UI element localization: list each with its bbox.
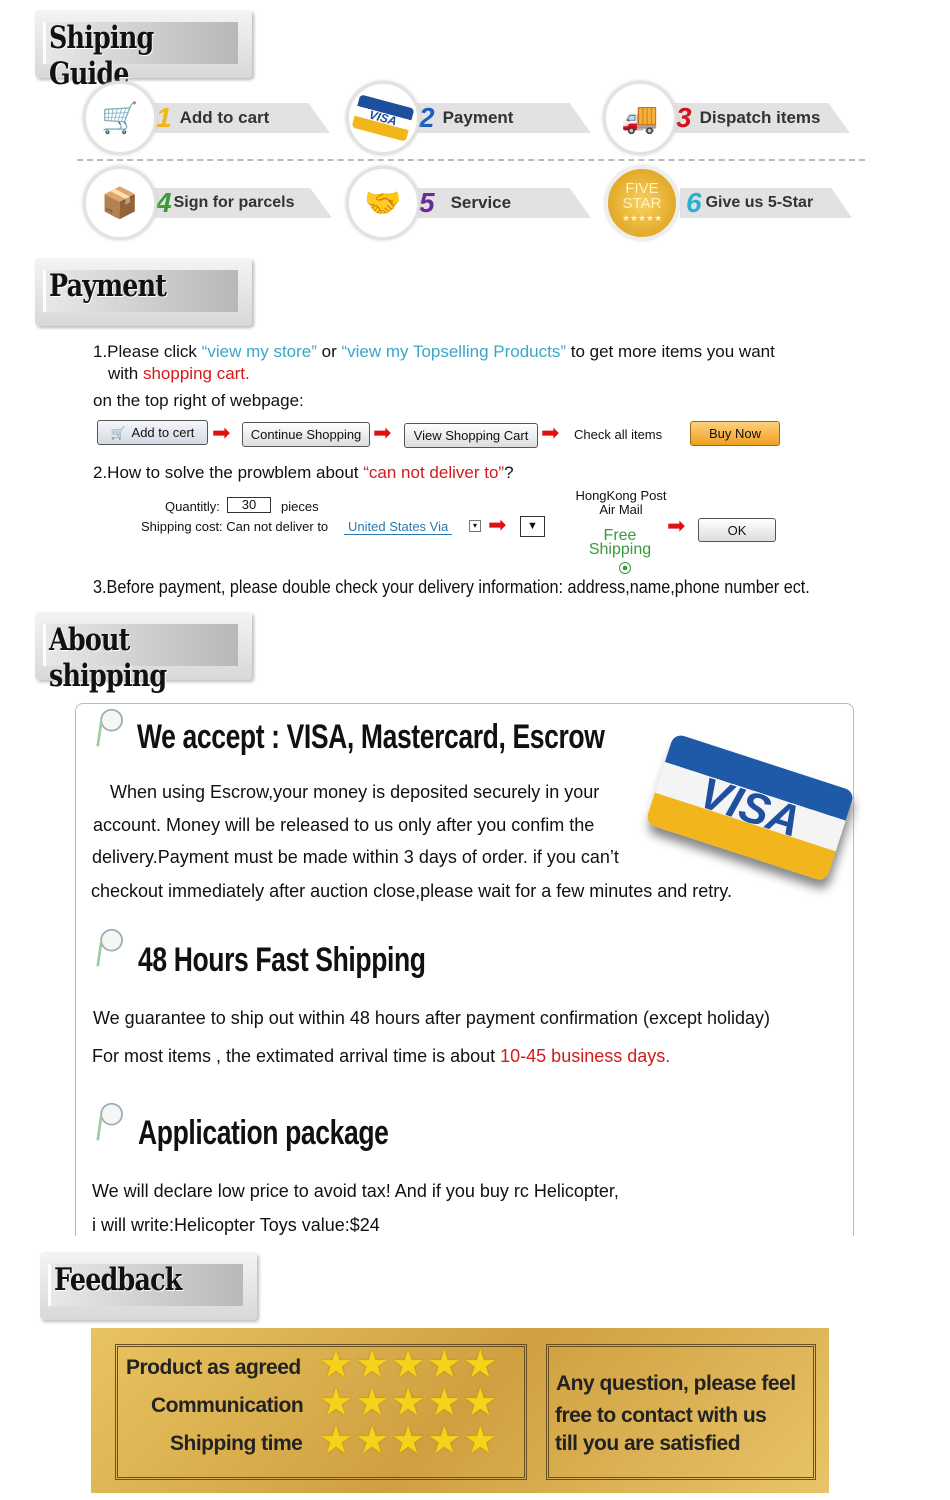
header-feedback: Feedback bbox=[40, 1252, 257, 1320]
package-text: i will write:Helicopter Toys value:$24 bbox=[92, 1215, 380, 1235]
contact-note: Any question, please feel bbox=[556, 1372, 796, 1395]
payment-line-3: on the top right of webpage: bbox=[93, 391, 304, 410]
feedback-panel: Product as agreed Communication Shipping… bbox=[91, 1328, 829, 1493]
view-cart-button[interactable]: View Shopping Cart bbox=[404, 423, 538, 448]
header-payment: Payment bbox=[35, 258, 252, 326]
header-about-shipping: About shipping bbox=[35, 612, 252, 694]
star-rating-icon: ★★★★★ bbox=[319, 1420, 500, 1462]
dropdown-open-icon[interactable]: ▼ bbox=[520, 516, 545, 537]
package-text: We will declare low price to avoid tax! … bbox=[92, 1181, 619, 1201]
view-store-link[interactable]: “view my store” bbox=[202, 342, 317, 361]
arrow-icon: ➡ bbox=[667, 513, 686, 538]
shipping-cost-label: Shipping cost: Can not deliver to bbox=[141, 519, 329, 534]
pieces-label: pieces bbox=[281, 499, 319, 514]
shipping-method-link[interactable]: United States Via bbox=[344, 519, 453, 535]
pin-icon bbox=[96, 1102, 123, 1141]
pin-icon bbox=[96, 708, 123, 747]
step-2: 2 Payment bbox=[413, 103, 591, 133]
contact-note: free to contact with us bbox=[555, 1404, 767, 1427]
step-1: 1 Add to cart bbox=[150, 103, 330, 133]
payment-note-3: 3.Before payment, please double check yo… bbox=[93, 577, 810, 597]
arrow-icon: ➡ bbox=[488, 512, 507, 537]
fast-shipping-text: We guarantee to ship out within 48 hours… bbox=[93, 1008, 771, 1028]
topselling-link[interactable]: “view my Topselling Products” bbox=[341, 342, 566, 361]
contact-note: till you are satisfied bbox=[555, 1432, 741, 1455]
add-to-cart-button[interactable]: 🛒 Add to cert bbox=[97, 420, 208, 445]
cart-icon: 🛒 bbox=[110, 425, 126, 440]
step-6: 6 Give us 5-Star bbox=[680, 188, 852, 218]
step-3: 3 Dispatch items bbox=[670, 103, 850, 133]
free-shipping-label: Free Shipping bbox=[588, 527, 652, 558]
rating-label: Shipping time bbox=[170, 1432, 303, 1455]
five-star-badge-icon: FIVE STAR ★★★★★ bbox=[605, 166, 679, 240]
payment-line-2: with shopping cart. bbox=[108, 364, 250, 383]
payment-line-1: 1.Please click “view my store” or “view … bbox=[93, 342, 775, 361]
continue-shopping-button[interactable]: Continue Shopping bbox=[242, 422, 370, 447]
cart-icon: 🛒 bbox=[83, 81, 157, 155]
arrow-icon: ➡ bbox=[373, 420, 392, 445]
payment-question-2: 2.How to solve the prowblem about “can n… bbox=[93, 463, 514, 482]
arrival-text: For most items , the extimated arrival t… bbox=[92, 1046, 671, 1066]
package-title: Application package bbox=[138, 1114, 389, 1152]
quantity-label: Quantitly: bbox=[165, 499, 220, 514]
accept-text: delivery.Payment must be made within 3 d… bbox=[92, 847, 619, 867]
fast-shipping-title: 48 Hours Fast Shipping bbox=[138, 941, 426, 979]
accept-text: When using Escrow,your money is deposite… bbox=[110, 782, 600, 802]
divider bbox=[77, 159, 865, 161]
rating-label: Communication bbox=[151, 1394, 304, 1417]
hongkong-post-label: HongKong Post Air Mail bbox=[575, 488, 667, 517]
check-items-text: Check all items bbox=[574, 427, 663, 442]
header-shipping-guide: Shiping Guide bbox=[35, 10, 252, 92]
arrow-icon: ➡ bbox=[541, 420, 560, 445]
ok-button[interactable]: OK bbox=[698, 518, 776, 542]
buy-now-button[interactable]: Buy Now bbox=[690, 421, 780, 446]
delivery-truck-icon: 🚚 bbox=[603, 81, 677, 155]
step-5: 5 Service bbox=[413, 188, 591, 218]
accept-title: We accept : VISA, Mastercard, Escrow bbox=[137, 718, 605, 756]
radio-button[interactable] bbox=[619, 562, 631, 574]
accept-text: account. Money will be released to us on… bbox=[93, 815, 595, 835]
visa-card-icon: VISA bbox=[346, 81, 420, 155]
dropdown-icon[interactable]: ▾ bbox=[469, 520, 481, 532]
rating-label: Product as agreed bbox=[126, 1356, 301, 1379]
courier-icon: 📦 bbox=[83, 166, 157, 240]
pin-icon bbox=[96, 928, 123, 967]
step-4: 4 Sign for parcels bbox=[150, 188, 332, 218]
quantity-input[interactable]: 30 bbox=[227, 497, 271, 513]
arrow-icon: ➡ bbox=[212, 420, 231, 445]
accept-text: checkout immediately after auction close… bbox=[91, 881, 732, 901]
handshake-icon: 🤝 bbox=[346, 166, 420, 240]
